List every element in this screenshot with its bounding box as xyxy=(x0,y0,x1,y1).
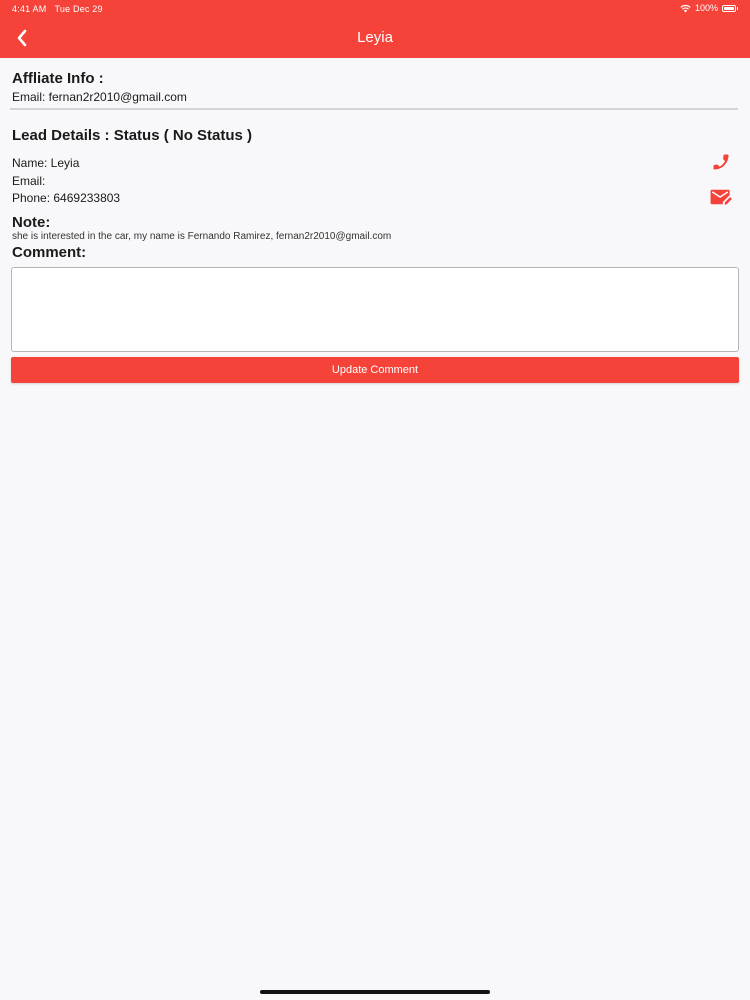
status-date: Tue Dec 29 xyxy=(54,4,103,14)
battery-tip xyxy=(737,6,738,10)
lead-name: Name: Leyia xyxy=(12,156,80,170)
status-clock: 4:41 AM xyxy=(12,4,47,14)
battery-percent: 100% xyxy=(694,3,718,13)
affiliate-info-title: Affliate Info : xyxy=(12,70,104,87)
note-text: she is interested in the car, my name is… xyxy=(12,231,392,242)
nav-bar: 4:41 AM Tue Dec 29 100% Leyia xyxy=(0,0,750,58)
lead-phone: Phone: 6469233803 xyxy=(12,191,121,205)
email-edit-icon xyxy=(710,189,732,205)
email-button[interactable] xyxy=(709,185,733,209)
affiliate-email: Email: fernan2r2010@gmail.com xyxy=(12,90,187,104)
call-button[interactable] xyxy=(709,150,733,174)
comment-input[interactable] xyxy=(11,267,739,352)
status-bar: 4:41 AM Tue Dec 29 100% xyxy=(0,0,750,18)
wifi-icon xyxy=(680,4,691,12)
lead-details-title: Lead Details : Status ( No Status ) xyxy=(12,127,253,144)
update-comment-button[interactable]: Update Comment xyxy=(11,357,739,383)
note-title: Note: xyxy=(12,214,51,231)
battery-fill xyxy=(724,6,734,10)
section-divider xyxy=(10,108,738,110)
status-indicators: 100% xyxy=(680,3,738,13)
battery-icon xyxy=(722,4,736,12)
status-time: 4:41 AM Tue Dec 29 xyxy=(12,4,103,14)
comment-title: Comment: xyxy=(12,244,87,261)
lead-email: Email: xyxy=(12,174,46,188)
page-title: Leyia xyxy=(357,29,393,46)
phone-icon xyxy=(713,154,729,170)
home-indicator xyxy=(260,990,490,994)
